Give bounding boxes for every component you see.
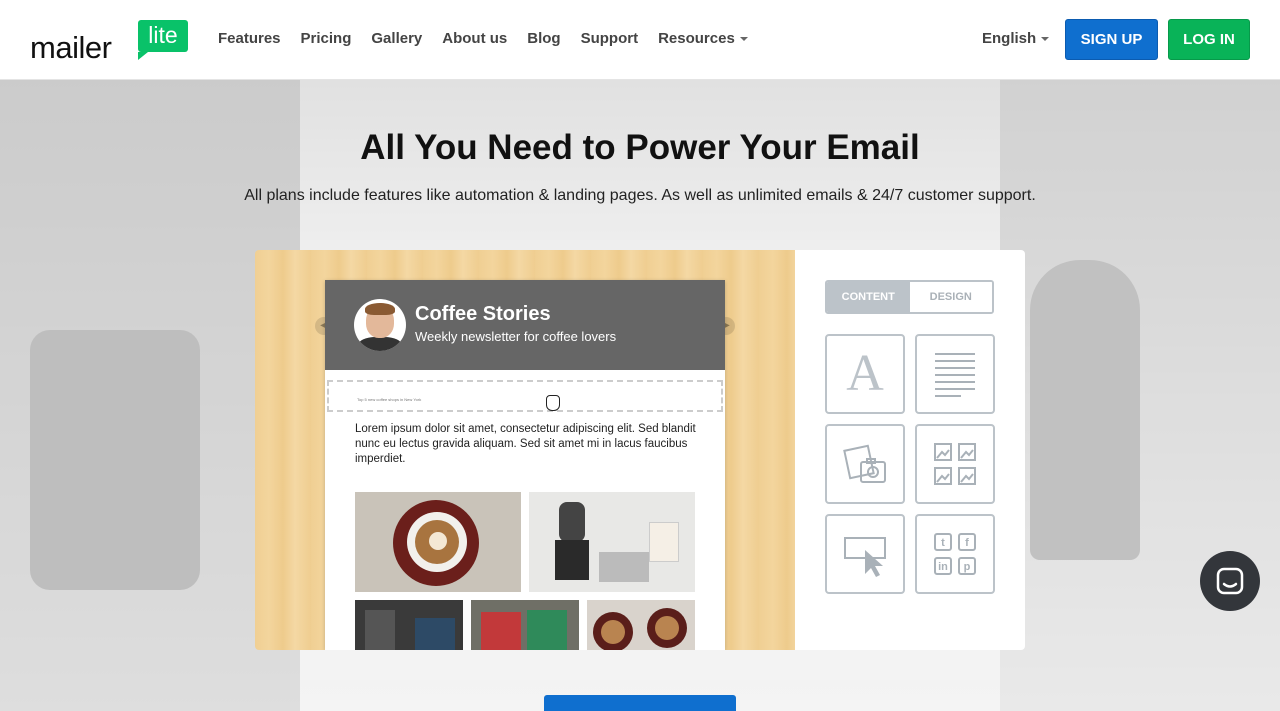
avatar xyxy=(354,299,406,351)
text-block-icon: A xyxy=(846,345,884,402)
editor-preview: ◀ ▶ Coffee Stories Weekly newsletter for… xyxy=(255,250,1025,650)
button-tool[interactable] xyxy=(825,514,905,594)
newsletter-title: Coffee Stories xyxy=(415,303,551,325)
svg-text:t: t xyxy=(941,537,945,549)
tab-content[interactable]: CONTENT xyxy=(827,282,910,312)
gallery-icon xyxy=(934,443,976,485)
nav-support[interactable]: Support xyxy=(581,30,639,47)
editor-tabs: CONTENT DESIGN xyxy=(825,280,994,314)
chevron-down-icon xyxy=(739,37,748,42)
chat-widget-button[interactable] xyxy=(1200,551,1260,611)
hero-subtitle: All plans include features like automati… xyxy=(244,187,1036,204)
language-selector[interactable]: English xyxy=(982,30,1050,47)
drop-zone-text: Top 5 new coffee shops in New York xyxy=(357,397,422,402)
social-icon: t f in p xyxy=(934,533,976,575)
image-icon xyxy=(843,444,886,483)
latte-art-photo xyxy=(355,492,521,592)
image-tool[interactable] xyxy=(825,424,905,504)
newsletter-preview: Coffee Stories Weekly newsletter for cof… xyxy=(325,280,725,650)
button-icon xyxy=(844,537,886,577)
nav-pricing[interactable]: Pricing xyxy=(301,30,352,47)
newsletter-header: Coffee Stories Weekly newsletter for cof… xyxy=(325,280,725,370)
coffee-cups-photo xyxy=(587,600,695,650)
hero-title: All You Need to Power Your Email xyxy=(360,128,920,167)
svg-text:f: f xyxy=(965,537,969,549)
newsletter-subtitle: Weekly newsletter for coffee lovers xyxy=(415,329,617,344)
social-tool[interactable]: t f in p xyxy=(915,514,995,594)
nav-about-us[interactable]: About us xyxy=(442,30,507,47)
mailerlite-logo[interactable]: mailer lite xyxy=(30,20,200,65)
language-label: English xyxy=(982,30,1037,47)
site-header: mailer lite Features Pricing Gallery Abo… xyxy=(0,0,1280,80)
editor-sidebar: CONTENT DESIGN A t f in p xyxy=(795,250,1025,650)
svg-text:in: in xyxy=(938,561,948,573)
chevron-down-icon xyxy=(1041,37,1050,42)
hero-section: All You Need to Power Your Email All pla… xyxy=(0,80,1280,711)
cafe-chairs-photo xyxy=(471,600,579,650)
nav-resources[interactable]: Resources xyxy=(658,30,748,47)
cta-button[interactable] xyxy=(544,695,736,711)
svg-text:p: p xyxy=(964,561,971,573)
tab-design[interactable]: DESIGN xyxy=(909,282,992,312)
nav-features[interactable]: Features xyxy=(218,30,281,47)
log-in-button[interactable]: LOG IN xyxy=(1168,19,1250,60)
coffee-grinder-photo xyxy=(529,492,695,592)
text-block-tool[interactable]: A xyxy=(825,334,905,414)
sign-up-button[interactable]: SIGN UP xyxy=(1065,19,1158,60)
paragraph-tool[interactable] xyxy=(915,334,995,414)
nav-gallery[interactable]: Gallery xyxy=(371,30,422,47)
cafe-interior-photo xyxy=(355,600,463,650)
chat-icon xyxy=(1216,567,1244,595)
newsletter-body: Lorem ipsum dolor sit amet, consectetur … xyxy=(355,423,696,465)
paragraph-icon xyxy=(935,353,975,397)
gallery-tool[interactable] xyxy=(915,424,995,504)
nav-blog[interactable]: Blog xyxy=(527,30,560,47)
logo-word: mailer xyxy=(30,30,112,65)
hand-cursor-icon xyxy=(546,395,560,411)
drop-zone[interactable]: Top 5 new coffee shops in New York xyxy=(327,380,723,412)
main-nav: Features Pricing Gallery About us Blog S… xyxy=(218,30,748,47)
nav-resources-label: Resources xyxy=(658,30,735,47)
logo-badge: lite xyxy=(138,20,188,60)
